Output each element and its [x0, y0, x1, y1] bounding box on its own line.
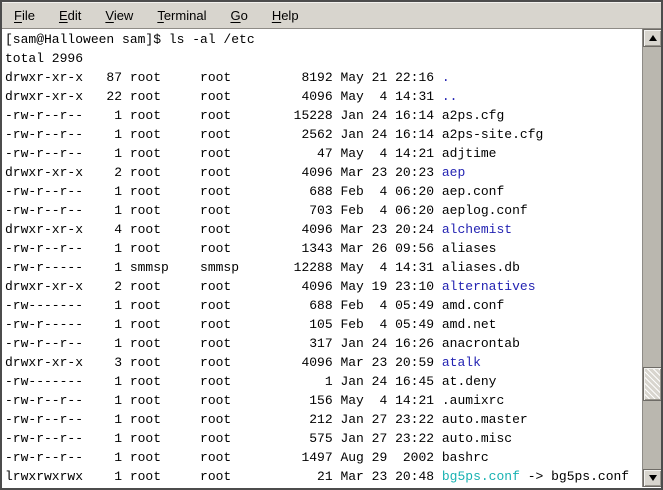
terminal-line: -rw-r----- 1 root root 105 Feb 4 05:49 a…: [5, 315, 641, 334]
terminal-line: -rw-r--r-- 1 root root 15228 Jan 24 16:1…: [5, 106, 641, 125]
file-attributes: -rw-r--r-- 1 root root 212 Jan 27 23:22: [5, 412, 442, 427]
file-attributes: -rw-r--r-- 1 root root 688 Feb 4 06:20: [5, 184, 442, 199]
terminal-line: -rw-r--r-- 1 root root 1343 Mar 26 09:56…: [5, 239, 641, 258]
file-attributes: drwxr-xr-x 2 root root 4096 May 19 23:10: [5, 279, 442, 294]
scrollbar[interactable]: [642, 29, 661, 487]
file-name: alternatives: [442, 279, 536, 294]
file-name: aep: [442, 165, 465, 180]
file-name: atalk: [442, 355, 481, 370]
menu-item-accel: V: [105, 8, 113, 23]
menu-item-view[interactable]: View: [95, 4, 143, 27]
file-name: aeplog.conf: [442, 203, 528, 218]
menu-item-go[interactable]: Go: [220, 4, 257, 27]
terminal-line: -rw------- 1 root root 1 Jan 24 16:45 at…: [5, 372, 641, 391]
terminal-window: FileEditViewTerminalGoHelp [sam@Hallowee…: [0, 0, 663, 490]
file-attributes: -rw-r--r-- 1 root root 156 May 4 14:21: [5, 393, 442, 408]
terminal-screen[interactable]: [sam@Halloween sam]$ ls -al /etc total 29…: [2, 29, 661, 487]
file-name: aliases: [442, 241, 497, 256]
file-name: a2ps.cfg: [442, 108, 504, 123]
file-attributes: drwxr-xr-x 3 root root 4096 Mar 23 20:59: [5, 355, 442, 370]
menu-item-accel: F: [14, 8, 22, 23]
file-name: amd.conf: [442, 298, 504, 313]
file-attributes: -rw-r--r-- 1 root root 575 Jan 27 23:22: [5, 431, 442, 446]
file-attributes: -rw-r--r-- 1 root root 15228 Jan 24 16:1…: [5, 108, 442, 123]
terminal-line: -rw-r--r-- 1 root root 212 Jan 27 23:22 …: [5, 410, 641, 429]
file-name: alchemist: [442, 222, 512, 237]
menu-item-help[interactable]: Help: [262, 4, 309, 27]
file-attributes: -rw-r--r-- 1 root root 703 Feb 4 06:20: [5, 203, 442, 218]
terminal-line: -rw------- 1 root root 688 Feb 4 05:49 a…: [5, 296, 641, 315]
terminal-line: -rw-r--r-- 1 root root 688 Feb 4 06:20 a…: [5, 182, 641, 201]
terminal-output: [sam@Halloween sam]$ ls -al /etc total 29…: [5, 30, 641, 486]
file-attributes: drwxr-xr-x 2 root root 4096 Mar 23 20:23: [5, 165, 442, 180]
file-name: auto.master: [442, 412, 528, 427]
file-attributes: -rw-r--r-- 1 root root 317 Jan 24 16:26: [5, 336, 442, 351]
terminal-line: -rw-r--r-- 1 root root 47 May 4 14:21 ad…: [5, 144, 641, 163]
terminal-line: -rw-r--r-- 1 root root 575 Jan 27 23:22 …: [5, 429, 641, 448]
menu-item-file[interactable]: File: [4, 4, 45, 27]
file-name: aliases.db: [442, 260, 520, 275]
terminal-line: drwxr-xr-x 3 root root 4096 Mar 23 20:59…: [5, 353, 641, 372]
arrow-down-icon: [649, 475, 657, 481]
file-attributes: drwxr-xr-x 87 root root 8192 May 21 22:1…: [5, 70, 442, 85]
file-name: ..: [442, 89, 458, 104]
terminal-line: -rw-r--r-- 1 root root 317 Jan 24 16:26 …: [5, 334, 641, 353]
file-attributes: -rw-r----- 1 root root 105 Feb 4 05:49: [5, 317, 442, 332]
menu-item-accel: E: [59, 8, 68, 23]
menu-item-edit[interactable]: Edit: [49, 4, 91, 27]
file-attributes: -rw-r--r-- 1 root root 1343 Mar 26 09:56: [5, 241, 442, 256]
terminal-line: [sam@Halloween sam]$ ls -al /etc: [5, 30, 641, 49]
terminal-line: lrwxrwxrwx 1 root root 21 Mar 23 20:48 b…: [5, 467, 641, 486]
file-attributes: -rw------- 1 root root 688 Feb 4 05:49: [5, 298, 442, 313]
terminal-text: total 2996: [5, 51, 83, 66]
terminal-line: drwxr-xr-x 87 root root 8192 May 21 22:1…: [5, 68, 641, 87]
file-name: anacrontab: [442, 336, 520, 351]
file-name: adjtime: [442, 146, 497, 161]
terminal-line: drwxr-xr-x 22 root root 4096 May 4 14:31…: [5, 87, 641, 106]
menu-item-terminal[interactable]: Terminal: [147, 4, 216, 27]
file-attributes: drwxr-xr-x 4 root root 4096 Mar 23 20:24: [5, 222, 442, 237]
file-attributes: -rw------- 1 root root 1 Jan 24 16:45: [5, 374, 442, 389]
terminal-line: -rw-r--r-- 1 root root 1497 Aug 29 2002 …: [5, 448, 641, 467]
file-name: at.deny: [442, 374, 497, 389]
file-name: bg5ps.conf: [442, 469, 520, 484]
terminal-line: drwxr-xr-x 2 root root 4096 Mar 23 20:23…: [5, 163, 641, 182]
file-name: auto.misc: [442, 431, 512, 446]
terminal-line: total 2996: [5, 49, 641, 68]
file-name: aep.conf: [442, 184, 504, 199]
terminal-line: -rw-r--r-- 1 root root 156 May 4 14:21 .…: [5, 391, 641, 410]
terminal-text: [sam@Halloween sam]$ ls -al /etc: [5, 32, 255, 47]
file-name: a2ps-site.cfg: [442, 127, 543, 142]
menu-bar: FileEditViewTerminalGoHelp: [2, 2, 661, 29]
terminal-line: drwxr-xr-x 4 root root 4096 Mar 23 20:24…: [5, 220, 641, 239]
arrow-up-icon: [649, 35, 657, 41]
symlink-target: -> bg5ps.conf: [520, 469, 629, 484]
scroll-up-button[interactable]: [643, 29, 661, 47]
file-name: .: [442, 70, 450, 85]
file-attributes: -rw-r--r-- 1 root root 2562 Jan 24 16:14: [5, 127, 442, 142]
file-attributes: lrwxrwxrwx 1 root root 21 Mar 23 20:48: [5, 469, 442, 484]
menu-item-accel: H: [272, 8, 281, 23]
terminal-line: -rw-r--r-- 1 root root 2562 Jan 24 16:14…: [5, 125, 641, 144]
file-name: amd.net: [442, 317, 497, 332]
scrollbar-thumb[interactable]: [643, 367, 661, 401]
file-attributes: -rw-r--r-- 1 root root 1497 Aug 29 2002: [5, 450, 442, 465]
menu-item-accel: T: [157, 8, 164, 23]
file-attributes: -rw-r--r-- 1 root root 47 May 4 14:21: [5, 146, 442, 161]
file-name: bashrc: [442, 450, 489, 465]
menu-item-accel: G: [230, 8, 240, 23]
scroll-down-button[interactable]: [643, 469, 661, 487]
file-attributes: drwxr-xr-x 22 root root 4096 May 4 14:31: [5, 89, 442, 104]
terminal-line: -rw-r----- 1 smmsp smmsp 12288 May 4 14:…: [5, 258, 641, 277]
terminal-line: drwxr-xr-x 2 root root 4096 May 19 23:10…: [5, 277, 641, 296]
file-attributes: -rw-r----- 1 smmsp smmsp 12288 May 4 14:…: [5, 260, 442, 275]
terminal-line: -rw-r--r-- 1 root root 703 Feb 4 06:20 a…: [5, 201, 641, 220]
file-name: .aumixrc: [442, 393, 504, 408]
